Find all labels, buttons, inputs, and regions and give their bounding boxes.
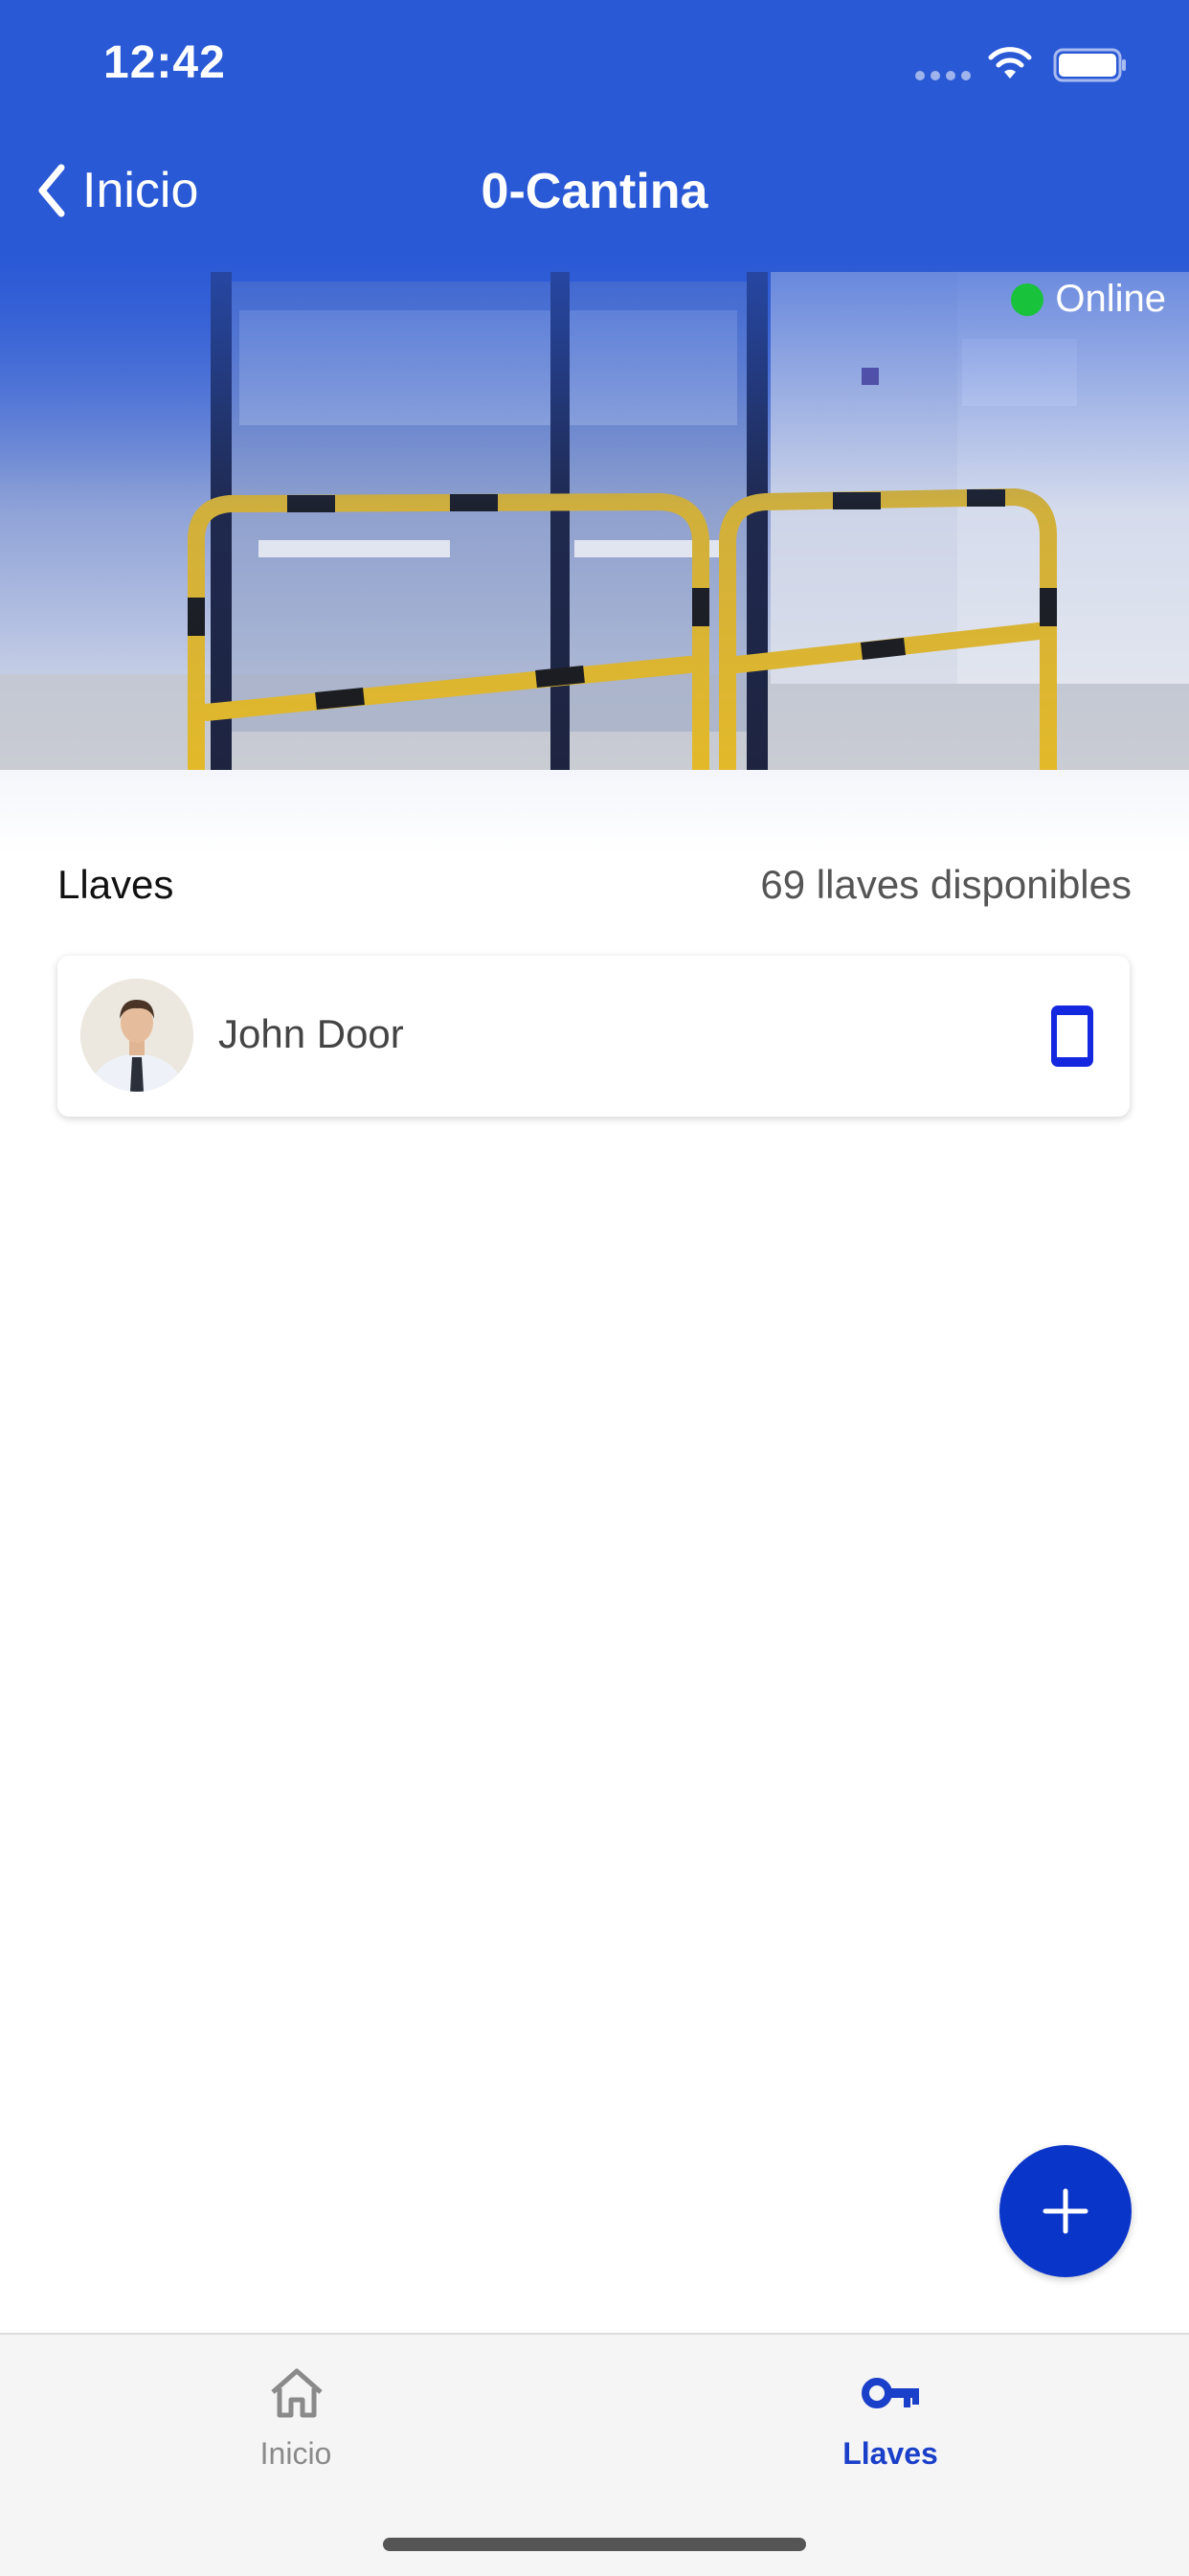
status-time: 12:42 [103,37,226,88]
home-icon [271,2368,323,2418]
tab-inicio-label: Inicio [259,2436,332,2471]
keys-section-title: Llaves [57,862,174,907]
tab-llaves-label: Llaves [842,2436,938,2471]
key-holder-name: John Door [218,1011,404,1056]
back-button-label: Inicio [82,163,199,218]
hero-fade [0,770,1189,856]
phone-icon [1051,1006,1093,1067]
keys-available-count: 69 llaves disponibles [760,862,1132,907]
navigation-bar: 0-Cantina Inicio [0,126,1189,253]
door-photo: Online [0,253,1189,770]
tab-inicio[interactable]: Inicio [104,2335,487,2497]
online-status-label: Online [1055,278,1166,320]
wifi-icon [988,47,1032,79]
battery-icon [1053,48,1126,82]
status-bar: 12:42 [0,0,1189,126]
back-button[interactable]: Inicio [34,157,198,224]
online-indicator-dot [1011,282,1044,316]
tab-llaves[interactable]: Llaves [699,2335,1082,2497]
cellular-signal-icon [915,71,971,80]
home-indicator[interactable] [383,2538,806,2551]
key-icon [862,2378,919,2408]
add-key-button[interactable] [999,2145,1132,2277]
avatar [80,979,193,1092]
chevron-left-icon [38,164,65,217]
online-status-badge: Online [1011,278,1166,321]
key-list-item[interactable]: John Door [57,956,1130,1117]
plus-icon [1043,2188,1088,2234]
